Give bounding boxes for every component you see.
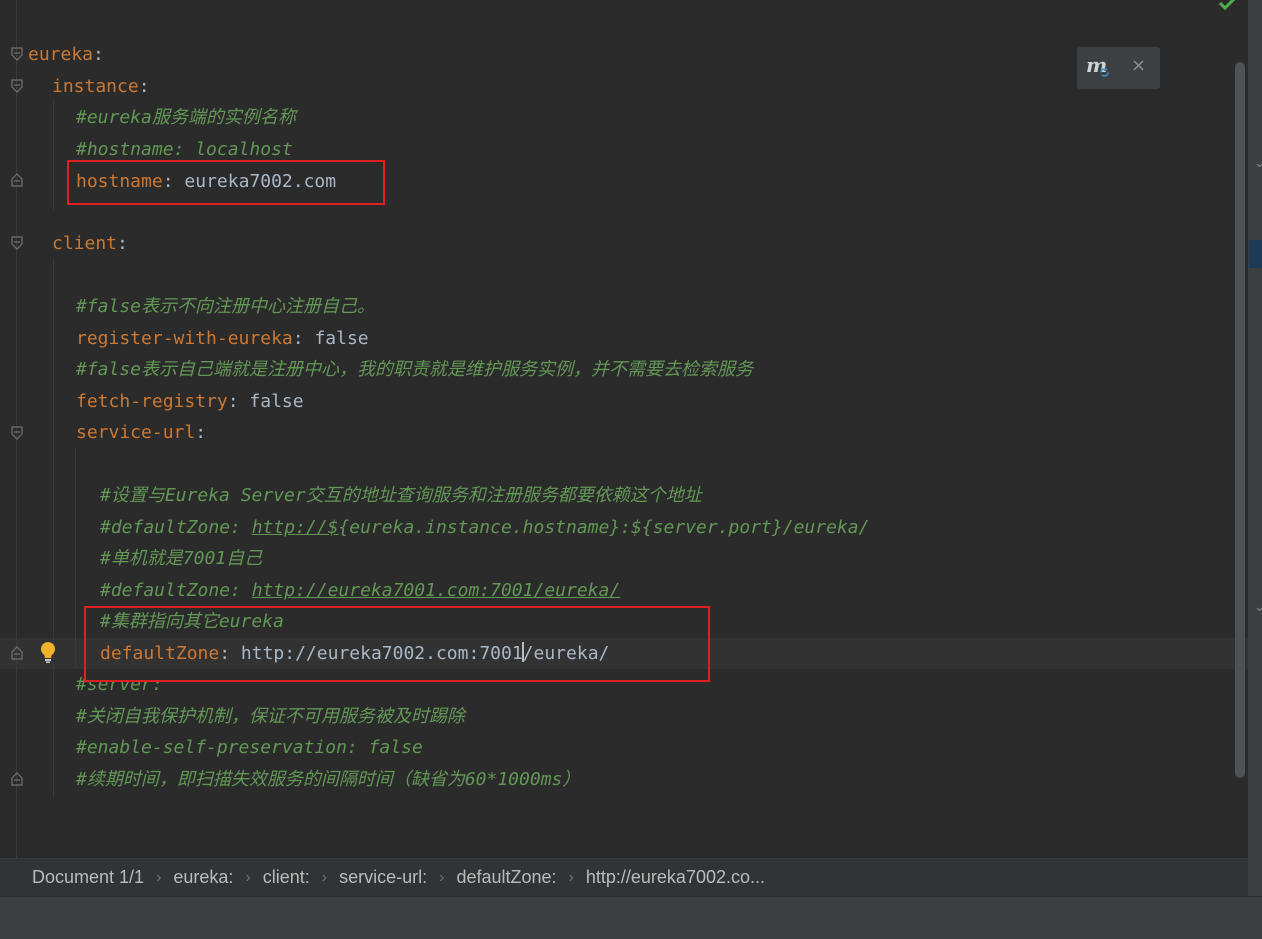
code-comment: http://eureka7001.com:7001/eureka/ [251, 580, 621, 601]
breadcrumb-separator: › [156, 868, 162, 886]
chevron-down-icon[interactable]: ⌄ [1254, 600, 1262, 615]
breadcrumb-separator: › [321, 868, 328, 886]
scroll-marker[interactable] [1249, 240, 1262, 268]
yaml-value: false [249, 391, 304, 412]
breadcrumb-separator: › [245, 868, 251, 886]
code-line[interactable]: #defaultZone: http://eureka7001.com:7001… [100, 575, 620, 606]
fold-close-icon[interactable] [10, 772, 24, 786]
yaml-value: : [195, 422, 207, 443]
code-line[interactable]: instance: [52, 71, 150, 102]
yaml-key: service-url [76, 422, 196, 443]
code-line[interactable]: fetch-registry: false [76, 386, 304, 417]
code-line[interactable]: #关闭自我保护机制，保证不可用服务被及时踢除 [76, 701, 465, 732]
close-icon[interactable]: × [1131, 55, 1146, 76]
code-line[interactable]: eureka: [28, 39, 104, 70]
code-line[interactable]: service-url: [76, 417, 206, 448]
yaml-value: : [292, 328, 315, 349]
code-comment: http://$ [251, 517, 339, 538]
yaml-value: : [138, 76, 150, 97]
fold-open-icon[interactable] [10, 47, 24, 61]
fold-open-icon[interactable] [10, 426, 24, 440]
vertical-scrollbar[interactable] [1235, 62, 1245, 778]
fold-close-icon[interactable] [10, 646, 24, 660]
maven-sync-popup[interactable]: m × [1077, 47, 1160, 89]
yaml-key: client [52, 233, 118, 254]
code-comment: #单机就是7001自己 [100, 548, 263, 569]
code-line[interactable]: #false表示自己端就是注册中心，我的职责就是维护服务实例，并不需要去检索服务 [76, 354, 753, 385]
breadcrumb-item[interactable]: eureka: [173, 867, 233, 888]
code-line[interactable]: #defaultZone: http://${eureka.instance.h… [100, 512, 869, 543]
yaml-key: eureka [28, 44, 94, 65]
code-comment: #设置与Eureka Server交互的地址查询服务和注册服务都要依赖这个地址 [100, 485, 702, 506]
code-line[interactable]: register-with-eureka: false [76, 323, 369, 354]
breadcrumb-item[interactable]: service-url: [339, 867, 427, 888]
fold-open-icon[interactable] [10, 236, 24, 250]
breadcrumb-separator: › [568, 868, 574, 886]
code-line[interactable]: client: [52, 228, 128, 259]
fold-close-icon[interactable] [10, 173, 24, 187]
code-line[interactable]: #续期时间，即扫描失效服务的间隔时间（缺省为60*1000ms） [76, 764, 580, 795]
indent-guide [75, 447, 76, 667]
code-line[interactable]: #单机就是7001自己 [100, 543, 262, 574]
code-line[interactable]: #enable-self-preservation: false [76, 732, 423, 763]
yaml-value: : [117, 233, 128, 254]
indent-guide [53, 258, 54, 798]
yaml-key: instance [52, 76, 139, 97]
code-comment: #enable-self-preservation: false [76, 737, 423, 758]
yaml-value: : [93, 44, 104, 65]
check-icon [1217, 0, 1239, 12]
code-comment: #续期时间，即扫描失效服务的间隔时间（缺省为60*1000ms） [76, 769, 581, 790]
right-gutter-panel [1248, 0, 1262, 938]
code-comment: #hostname: localhost [76, 139, 293, 160]
breadcrumb: Document 1/1 › eureka: › client: › servi… [0, 858, 1248, 896]
code-comment: #defaultZone: [100, 517, 252, 538]
chevron-down-icon[interactable]: ⌄ [1254, 156, 1262, 171]
code-line[interactable]: #false表示不向注册中心注册自己。 [76, 291, 375, 322]
sync-arrows-icon [1100, 68, 1109, 77]
code-comment: {eureka.instance.hostname}:${server.port… [338, 517, 870, 538]
code-line[interactable]: #eureka服务端的实例名称 [76, 102, 296, 133]
yaml-key: register-with-eureka [76, 328, 293, 349]
code-line[interactable]: #设置与Eureka Server交互的地址查询服务和注册服务都要依赖这个地址 [100, 480, 702, 511]
indent-guide [53, 100, 54, 210]
lightbulb-icon[interactable] [38, 640, 58, 664]
bottom-tool-bar [0, 896, 1262, 939]
yaml-key: fetch-registry [76, 391, 228, 412]
code-comment: #false表示自己端就是注册中心，我的职责就是维护服务实例，并不需要去检索服务 [76, 359, 754, 380]
breadcrumb-separator: › [439, 868, 445, 886]
fold-open-icon[interactable] [10, 79, 24, 93]
highlight-box-defaultzone [84, 606, 710, 682]
code-comment: #关闭自我保护机制，保证不可用服务被及时踢除 [76, 706, 465, 727]
code-comment: #eureka服务端的实例名称 [76, 107, 296, 128]
yaml-value: false [314, 328, 369, 349]
code-editor[interactable]: eureka: instance: #eureka服务端的实例名称 #hostn… [0, 0, 1248, 858]
breadcrumb-item[interactable]: defaultZone: [456, 867, 556, 888]
breadcrumb-item[interactable]: Document 1/1 [32, 867, 144, 888]
code-comment: #defaultZone: [100, 580, 252, 601]
highlight-box-hostname [67, 160, 385, 205]
breadcrumb-item[interactable]: client: [263, 867, 310, 888]
yaml-value: : [227, 391, 250, 412]
code-comment: #false表示不向注册中心注册自己。 [76, 296, 376, 317]
breadcrumb-item[interactable]: http://eureka7002.co... [586, 867, 765, 888]
